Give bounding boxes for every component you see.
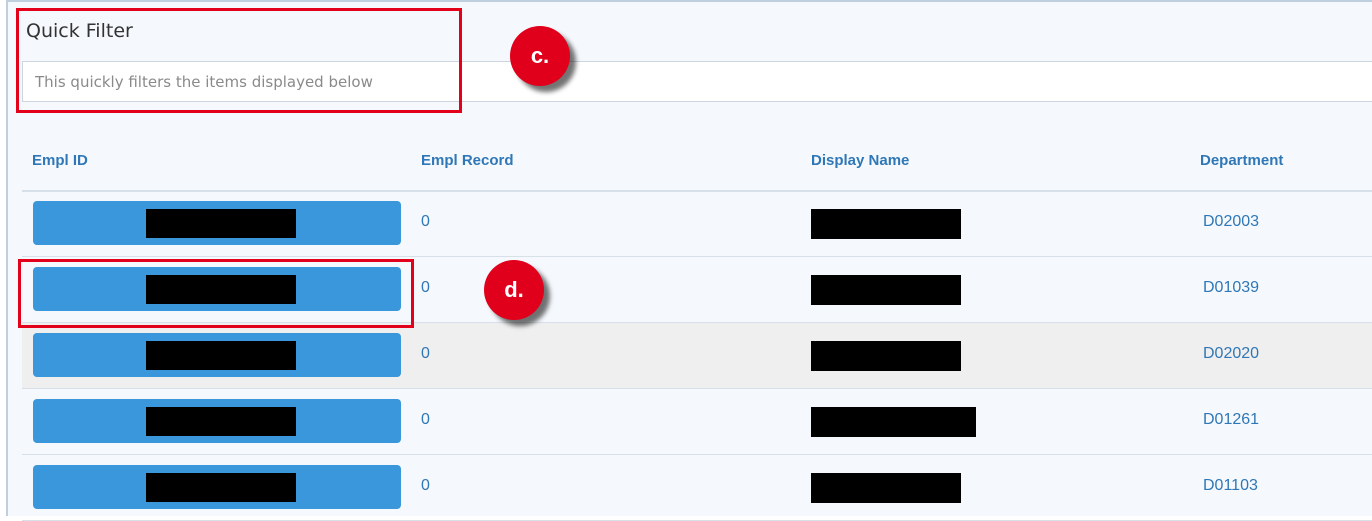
table-row[interactable]: 0 D02020: [22, 323, 1372, 389]
empl-record-cell: 0: [421, 477, 430, 494]
annotation-badge-c: c.: [510, 26, 570, 86]
empl-record-cell: 0: [421, 279, 430, 296]
department-cell: D01039: [1203, 279, 1260, 296]
table-row[interactable]: 0 D02003: [22, 191, 1372, 257]
annotation-box-c: [16, 8, 462, 113]
empl-record-cell: 0: [421, 345, 430, 362]
display-name-redaction: [811, 209, 961, 239]
empl-id-redaction: [146, 341, 296, 370]
display-name-redaction: [811, 473, 961, 503]
table-row[interactable]: 0 D01261: [22, 389, 1372, 455]
department-cell: D01103: [1203, 477, 1258, 494]
department-cell: D02003: [1203, 213, 1260, 230]
column-header-display-name[interactable]: Display Name: [811, 152, 909, 169]
column-header-empl-record[interactable]: Empl Record: [421, 152, 514, 169]
empl-id-button[interactable]: [33, 399, 401, 443]
empl-record-cell: 0: [421, 411, 430, 428]
display-name-redaction: [811, 407, 976, 437]
display-name-redaction: [811, 275, 961, 305]
empl-id-redaction: [146, 473, 296, 502]
annotation-badge-d: d.: [484, 260, 544, 320]
empl-id-button[interactable]: [33, 201, 401, 245]
table-row[interactable]: 0 D01103: [22, 455, 1372, 521]
empl-record-cell: 0: [421, 213, 430, 230]
display-name-redaction: [811, 341, 961, 371]
department-cell: D01261: [1203, 411, 1260, 428]
column-header-department[interactable]: Department: [1200, 152, 1283, 169]
empl-id-button[interactable]: [33, 333, 401, 377]
empl-id-redaction: [146, 407, 296, 436]
department-cell: D02020: [1203, 345, 1260, 362]
annotation-box-d: [18, 259, 414, 328]
table-header: Empl ID Empl Record Display Name Departm…: [22, 130, 1372, 192]
empl-id-button[interactable]: [33, 465, 401, 509]
empl-id-redaction: [146, 209, 296, 238]
column-header-empl-id[interactable]: Empl ID: [32, 152, 88, 169]
